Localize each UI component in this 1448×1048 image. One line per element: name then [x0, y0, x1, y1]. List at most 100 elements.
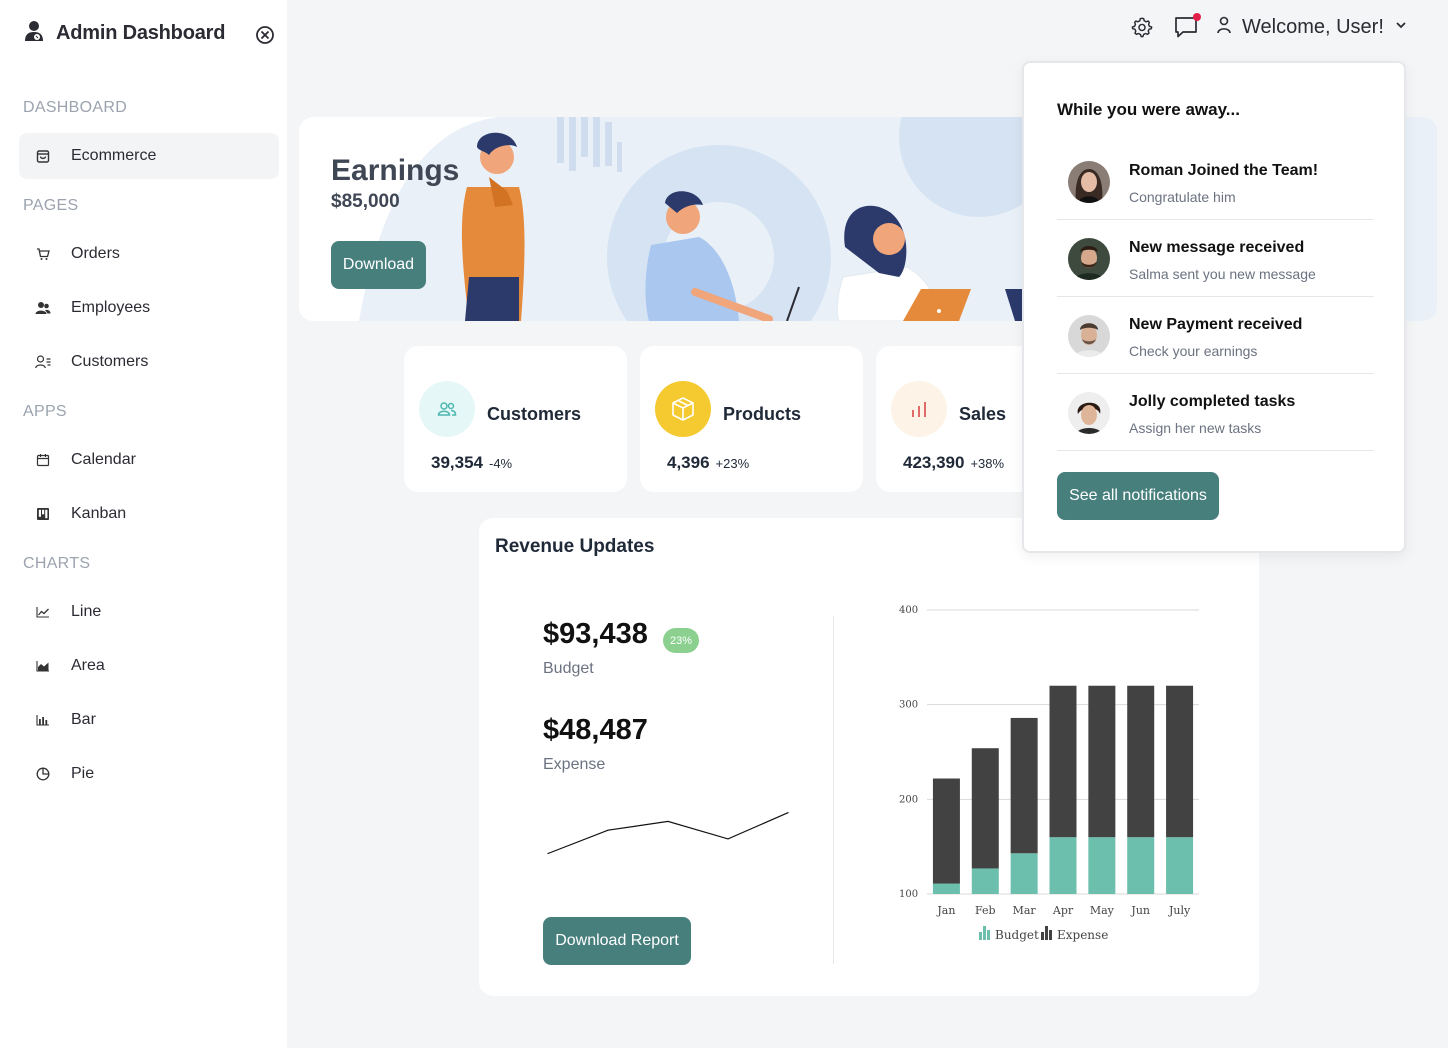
section-pages: PAGES: [23, 197, 79, 214]
sidebar-item-customers[interactable]: Customers: [19, 339, 279, 385]
welcome-greeting: Welcome, User!: [1242, 15, 1384, 38]
budget-change-badge: 23%: [663, 628, 699, 653]
notification-item[interactable]: New Payment received Check your earnings: [1057, 297, 1374, 374]
sidebar-item-ecommerce[interactable]: Ecommerce: [19, 133, 279, 179]
legend-swatch: [1041, 932, 1044, 940]
cart-icon: [34, 245, 52, 263]
notification-item[interactable]: Jolly completed tasks Assign her new tas…: [1057, 374, 1374, 451]
budget-bar: [1166, 837, 1194, 894]
sidebar-item-label: Kanban: [71, 505, 127, 522]
sidebar-item-kanban[interactable]: Kanban: [19, 491, 279, 537]
stat-value: 39,354: [431, 453, 483, 472]
sidebar-item-label: Orders: [71, 245, 120, 262]
expense-bar: [932, 778, 960, 884]
expense-bar: [1127, 685, 1155, 838]
stat-amount: 4,396 +23%: [667, 453, 749, 473]
customers-icon: [34, 353, 52, 371]
expense-bar: [1010, 717, 1038, 854]
download-button[interactable]: Download: [331, 241, 426, 289]
user-profile-menu[interactable]: Welcome, User!: [1216, 14, 1408, 40]
sparkline-point: [727, 838, 729, 840]
customers-icon[interactable]: [419, 381, 475, 437]
shopping-bag-icon: [34, 147, 52, 165]
notification-subtitle: Salma sent you new message: [1129, 266, 1316, 282]
x-tick-label: Mar: [1013, 904, 1037, 917]
sparkline-point: [607, 829, 609, 831]
brand[interactable]: Admin Dashboard: [24, 20, 225, 47]
section-charts: CHARTS: [23, 555, 91, 572]
notification-subtitle: Check your earnings: [1129, 343, 1258, 359]
sidebar-item-line[interactable]: Line: [19, 589, 279, 635]
chevron-down-icon: [1394, 18, 1408, 37]
legend-item: Budget: [979, 926, 1039, 942]
legend-swatch: [987, 930, 990, 940]
sidebar-item-label: Ecommerce: [71, 147, 157, 164]
sidebar-item-calendar[interactable]: Calendar: [19, 437, 279, 483]
notification-subtitle: Congratulate him: [1129, 189, 1236, 205]
x-tick-label: Feb: [975, 904, 996, 917]
kanban-icon: [34, 505, 52, 523]
sidebar: Admin Dashboard DASHBOARD Ecommerce PAGE…: [0, 0, 287, 1048]
see-all-notifications-button[interactable]: See all notifications: [1057, 472, 1219, 520]
settings-gear-icon[interactable]: [1129, 14, 1155, 40]
calendar-icon: [34, 451, 52, 469]
sidebar-item-orders[interactable]: Orders: [19, 231, 279, 277]
expense-bar: [1088, 685, 1116, 838]
sidebar-item-label: Bar: [71, 711, 96, 728]
x-tick-label: Jun: [1130, 904, 1150, 917]
legend-label: Expense: [1057, 928, 1108, 942]
employees-icon: [34, 299, 52, 317]
expense-value: $48,487: [543, 714, 648, 746]
notification-item[interactable]: New message received Salma sent you new …: [1057, 220, 1374, 297]
notifications-heading: While you were away...: [1057, 100, 1240, 119]
y-tick-label: 300: [899, 700, 918, 711]
stat-card-products: Products 4,396 +23%: [640, 346, 863, 492]
bar-chart-icon: [34, 711, 52, 729]
stat-change: -4%: [489, 456, 513, 471]
stat-title: Customers: [487, 404, 582, 424]
legend-swatch: [1045, 926, 1048, 940]
budget-bar: [1127, 837, 1155, 894]
section-dashboard: DASHBOARD: [23, 99, 128, 116]
legend-item: Expense: [1041, 926, 1108, 942]
box-icon[interactable]: [655, 381, 711, 437]
download-report-button[interactable]: Download Report: [543, 917, 691, 965]
expense-bar: [971, 748, 999, 869]
notification-item[interactable]: Roman Joined the Team! Congratulate him: [1057, 143, 1374, 220]
sparkline-point: [667, 820, 669, 823]
revenue-title: Revenue Updates: [495, 536, 655, 557]
section-apps: APPS: [23, 403, 67, 420]
legend-swatch: [979, 932, 982, 940]
sidebar-item-employees[interactable]: Employees: [19, 285, 279, 331]
expense-label: Expense: [543, 756, 606, 773]
sidebar-item-pie[interactable]: Pie: [19, 751, 279, 797]
expense-bar: [1049, 685, 1077, 838]
bar-chart-icon[interactable]: [891, 381, 947, 437]
sidebar-item-label: Pie: [71, 765, 95, 782]
unread-notification-dot: [1193, 13, 1201, 21]
x-tick-label: July: [1168, 904, 1191, 917]
sidebar-item-label: Customers: [71, 353, 149, 370]
y-tick-label: 200: [899, 794, 918, 805]
sparkline-chart: [547, 812, 789, 855]
stat-change: +23%: [715, 456, 750, 471]
y-tick-label: 100: [899, 889, 918, 900]
sidebar-item-label: Employees: [71, 299, 151, 316]
area-chart-icon: [34, 657, 52, 675]
notifications-popup: While you were away... Roman Joined the …: [1022, 61, 1406, 553]
sidebar-item-bar[interactable]: Bar: [19, 697, 279, 743]
divider: [833, 616, 834, 964]
notification-title: New Payment received: [1129, 316, 1303, 333]
earnings-title: Earnings: [331, 154, 460, 187]
close-sidebar-icon[interactable]: [255, 25, 275, 45]
revenue-updates-card: Revenue Updates $93,438 23% Budget $48,4…: [479, 518, 1259, 996]
earnings-amount: $85,000: [331, 191, 400, 212]
user-icon: [1216, 16, 1232, 39]
stat-amount: 423,390 +38%: [903, 453, 1004, 473]
stat-value: 4,396: [667, 453, 710, 472]
stat-title: Sales: [959, 404, 1007, 424]
sidebar-item-area[interactable]: Area: [19, 643, 279, 689]
stat-card-customers: Customers 39,354 -4%: [404, 346, 627, 492]
notification-title: Jolly completed tasks: [1129, 393, 1296, 410]
sparkline-series: [547, 812, 789, 855]
